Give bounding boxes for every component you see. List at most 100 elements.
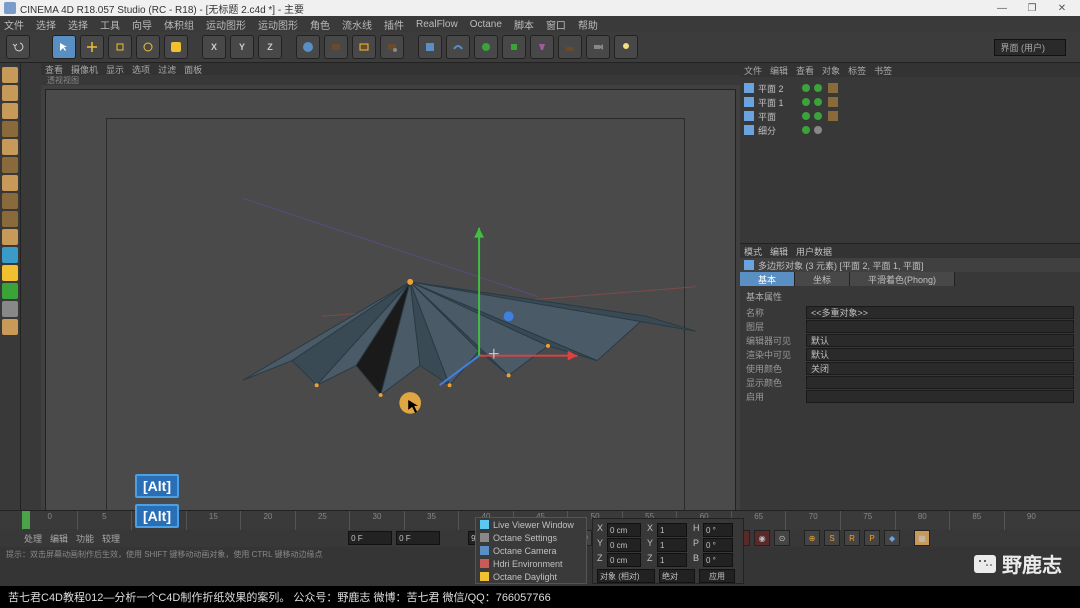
objtab-查看[interactable]: 查看 — [796, 64, 814, 77]
left-tool-6[interactable] — [2, 175, 18, 191]
menu-选择[interactable]: 选择 — [36, 17, 56, 32]
nurbs-button[interactable] — [474, 35, 498, 59]
vptab-选项[interactable]: 选项 — [132, 63, 150, 76]
left-tool-7[interactable] — [2, 193, 18, 209]
coord-abs[interactable]: 绝对 — [659, 569, 695, 583]
menu-脚本[interactable]: 脚本 — [514, 17, 534, 32]
left-tool-14[interactable] — [2, 319, 18, 335]
menu-RealFlow[interactable]: RealFlow — [416, 19, 458, 30]
close-button[interactable]: ✕ — [1048, 1, 1076, 15]
menu-插件[interactable]: 插件 — [384, 17, 404, 32]
menu-运动图形[interactable]: 运动图形 — [258, 17, 298, 32]
phong-tag[interactable] — [828, 111, 838, 121]
menu-角色[interactable]: 角色 — [310, 17, 330, 32]
key-rot-button[interactable]: R — [844, 530, 860, 546]
tree-row[interactable]: 平面 2 — [744, 81, 1076, 95]
key-sel-button[interactable]: ⊙ — [774, 530, 790, 546]
camera-button[interactable] — [586, 35, 610, 59]
z-axis-button[interactable]: Z — [258, 35, 282, 59]
popup-item[interactable]: Octane Settings — [476, 531, 586, 544]
left-tool-0[interactable] — [2, 67, 18, 83]
visibility-dot[interactable] — [802, 84, 810, 92]
menu-Octane[interactable]: Octane — [470, 19, 502, 30]
objtab-对象[interactable]: 对象 — [822, 64, 840, 77]
objtab-书签[interactable]: 书签 — [874, 64, 892, 77]
ctrltab-较理[interactable]: 较理 — [102, 532, 120, 545]
light-button[interactable] — [614, 35, 638, 59]
rotate-button[interactable] — [136, 35, 160, 59]
menu-选择[interactable]: 选择 — [68, 17, 88, 32]
menu-工具[interactable]: 工具 — [100, 17, 120, 32]
live-select-button[interactable] — [52, 35, 76, 59]
menu-窗口[interactable]: 窗口 — [546, 17, 566, 32]
timeline-marker[interactable] — [22, 511, 30, 529]
visibility-dot[interactable] — [814, 126, 822, 134]
left-tool-2[interactable] — [2, 103, 18, 119]
tree-row[interactable]: 平面 1 — [744, 95, 1076, 109]
generator-button[interactable] — [502, 35, 526, 59]
render-region-button[interactable] — [352, 35, 376, 59]
deformer-button[interactable] — [530, 35, 554, 59]
left-tool-8[interactable] — [2, 211, 18, 227]
attrtab-2[interactable]: 平滑着色(Phong) — [850, 272, 955, 286]
layout-dropdown[interactable]: 界面 (用户) — [994, 39, 1067, 56]
phong-tag[interactable] — [828, 97, 838, 107]
attrtab-1[interactable]: 坐标 — [795, 272, 850, 286]
attr-value[interactable]: 默认 — [806, 334, 1074, 347]
render-view-button[interactable] — [324, 35, 348, 59]
key-opts-button[interactable]: ▦ — [914, 530, 930, 546]
key-pos-button[interactable]: ⊕ — [804, 530, 820, 546]
coord-system-button[interactable] — [296, 35, 320, 59]
menu-体积组[interactable]: 体积组 — [164, 17, 194, 32]
visibility-dot[interactable] — [802, 98, 810, 106]
visibility-dot[interactable] — [814, 84, 822, 92]
minimize-button[interactable]: — — [988, 1, 1016, 15]
left-tool-4[interactable] — [2, 139, 18, 155]
spline-button[interactable] — [446, 35, 470, 59]
autokey-button[interactable]: ◉ — [754, 530, 770, 546]
left-tool-9[interactable] — [2, 229, 18, 245]
tree-row[interactable]: 细分 — [744, 123, 1076, 137]
vptab-面板[interactable]: 面板 — [184, 63, 202, 76]
visibility-dot[interactable] — [814, 112, 822, 120]
attr-value[interactable]: 默认 — [806, 348, 1074, 361]
octane-popup[interactable]: Live Viewer WindowOctane SettingsOctane … — [475, 517, 587, 584]
vptab-查看[interactable]: 查看 — [45, 63, 63, 76]
environment-button[interactable] — [558, 35, 582, 59]
visibility-dot[interactable] — [802, 126, 810, 134]
popup-item[interactable]: Octane Daylight — [476, 570, 586, 583]
objtab-文件[interactable]: 文件 — [744, 64, 762, 77]
maximize-button[interactable]: ❐ — [1018, 1, 1046, 15]
visibility-dot[interactable] — [802, 112, 810, 120]
scale-button[interactable] — [108, 35, 132, 59]
popup-item[interactable]: Hdri Environment — [476, 557, 586, 570]
objtab-标签[interactable]: 标签 — [848, 64, 866, 77]
key-param-button[interactable]: P — [864, 530, 880, 546]
frame-start[interactable]: 0 F — [348, 531, 392, 545]
left-tool-12[interactable] — [2, 283, 18, 299]
attr-value[interactable] — [806, 390, 1074, 403]
menu-向导[interactable]: 向导 — [132, 17, 152, 32]
attrhead-编辑[interactable]: 编辑 — [770, 245, 788, 258]
ctrltab-编辑[interactable]: 编辑 — [50, 532, 68, 545]
move-button[interactable] — [80, 35, 104, 59]
object-tree[interactable]: 平面 2平面 1平面细分 — [740, 77, 1080, 244]
left-tool-1[interactable] — [2, 85, 18, 101]
ctrltab-功能[interactable]: 功能 — [76, 532, 94, 545]
menu-文件[interactable]: 文件 — [4, 17, 24, 32]
menu-帮助[interactable]: 帮助 — [578, 17, 598, 32]
tree-row[interactable]: 平面 — [744, 109, 1076, 123]
attr-value[interactable] — [806, 320, 1074, 333]
objtab-编辑[interactable]: 编辑 — [770, 64, 788, 77]
popup-item[interactable]: Octane Camera — [476, 544, 586, 557]
attr-value[interactable]: 关闭 — [806, 362, 1074, 375]
left-tool-11[interactable] — [2, 265, 18, 281]
frame-current[interactable]: 0 F — [396, 531, 440, 545]
menu-流水线[interactable]: 流水线 — [342, 17, 372, 32]
y-axis-button[interactable]: Y — [230, 35, 254, 59]
popup-item[interactable]: Live Viewer Window — [476, 518, 586, 531]
visibility-dot[interactable] — [814, 98, 822, 106]
phong-tag[interactable] — [828, 83, 838, 93]
cube-button[interactable] — [418, 35, 442, 59]
render-settings-button[interactable] — [380, 35, 404, 59]
